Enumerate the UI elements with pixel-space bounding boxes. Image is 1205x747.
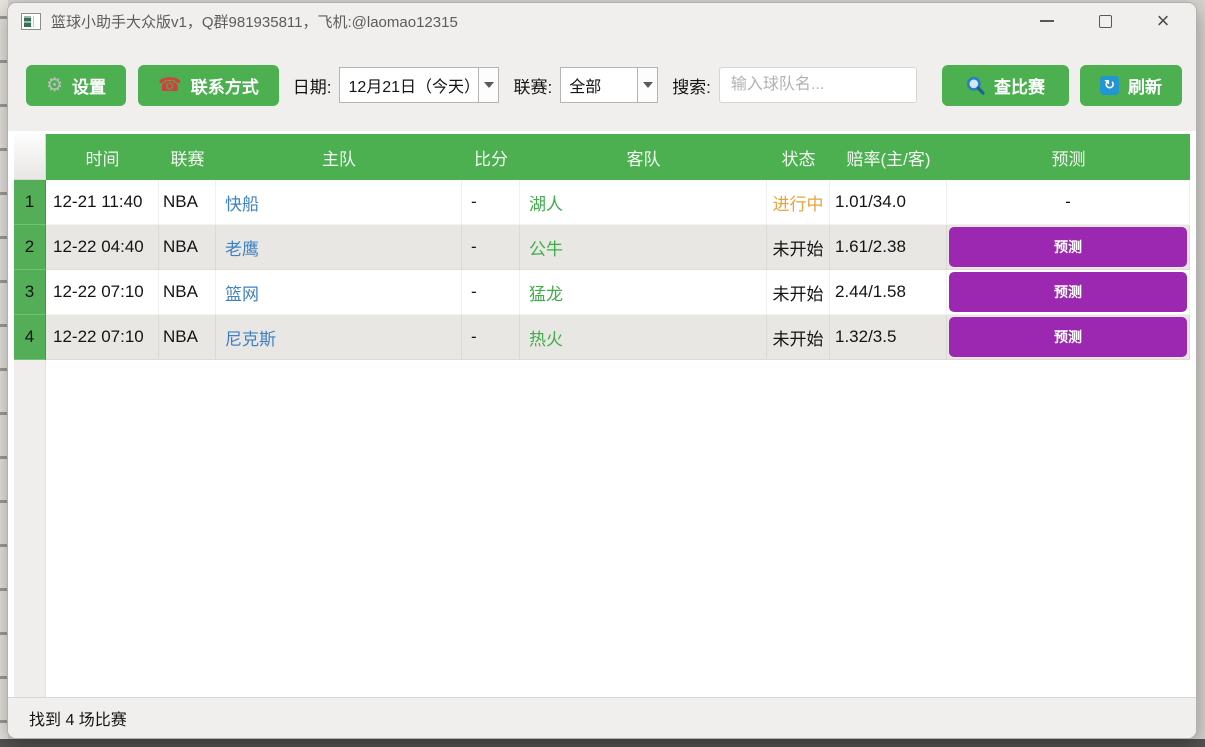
cell-prediction: - -	[947, 180, 1190, 225]
maximize-icon	[1098, 14, 1112, 28]
refresh-button[interactable]: ↻ 刷新	[1080, 64, 1182, 106]
table-row[interactable]: 2 12-22 04:40 NBA 老鹰 - 公牛 未开始 1.61/2.38 …	[14, 225, 1190, 270]
desktop-background-bottom	[0, 739, 1205, 747]
titlebar: 篮球小助手大众版v1，Q群981935811，飞机:@laomao12315 ×	[8, 3, 1196, 39]
cell-status: 未开始	[767, 225, 830, 270]
table-row[interactable]: 4 12-22 07:10 NBA 尼克斯 - 热火 未开始 1.32/3.5 …	[14, 315, 1190, 360]
window-title: 篮球小助手大众版v1，Q群981935811，飞机:@laomao12315	[51, 13, 458, 31]
league-select[interactable]: 全部	[560, 67, 659, 103]
minimize-icon	[1040, 20, 1054, 22]
row-number[interactable]: 2	[14, 225, 46, 270]
cell-prediction: 预测 预测	[947, 270, 1190, 315]
row-number[interactable]: 3	[14, 270, 46, 315]
cell-time: 12-22 04:40	[46, 225, 159, 270]
cell-league: NBA	[159, 270, 216, 315]
toolbar: ⚙ 设置 ☎ 联系方式 日期: 12月21日（今天） 联赛: 全部 搜索: 查比…	[8, 39, 1196, 131]
search-label: 搜索:	[672, 77, 711, 97]
header-home-team: 主队	[216, 134, 462, 180]
table-row[interactable]: 3 12-22 07:10 NBA 篮网 - 猛龙 未开始 2.44/1.58 …	[14, 270, 1190, 315]
gear-icon: ⚙	[46, 74, 64, 96]
close-button[interactable]: ×	[1134, 5, 1192, 37]
cell-home-team: 快船	[216, 180, 462, 225]
cell-odds: 1.01/34.0	[830, 180, 947, 225]
cell-away-team: 湖人	[520, 180, 767, 225]
cell-odds: 2.44/1.58	[830, 270, 947, 315]
header-away-team: 客队	[520, 134, 767, 180]
cell-score: -	[462, 270, 520, 315]
prediction-empty: -	[1065, 192, 1071, 211]
predict-button[interactable]: 预测	[949, 317, 1187, 357]
header-league: 联赛	[159, 134, 216, 180]
refresh-label: 刷新	[1128, 77, 1162, 97]
cell-away-team: 公牛	[520, 225, 767, 270]
settings-label: 设置	[72, 77, 107, 97]
maximize-button[interactable]	[1076, 5, 1134, 37]
matches-table-area: 时间 联赛 主队 比分 客队 状态 赔率(主/客) 预测 1 12-21 11:…	[8, 131, 1196, 697]
cell-time: 12-22 07:10	[46, 270, 159, 315]
cell-home-team: 篮网	[216, 270, 462, 315]
row-number[interactable]: 1	[14, 180, 46, 225]
search-input[interactable]	[718, 67, 917, 103]
table-empty-area	[14, 360, 1190, 697]
window-controls: ×	[1018, 5, 1192, 37]
chevron-down-icon	[637, 68, 658, 102]
cell-away-team: 热火	[520, 315, 767, 360]
cell-odds: 1.61/2.38	[830, 225, 947, 270]
predict-button[interactable]: 预测	[949, 272, 1187, 312]
cell-score: -	[462, 180, 520, 225]
settings-button[interactable]: ⚙ 设置	[26, 64, 127, 106]
contact-button[interactable]: ☎ 联系方式	[138, 64, 279, 106]
table-row[interactable]: 1 12-21 11:40 NBA 快船 - 湖人 进行中 1.01/34.0 …	[14, 180, 1190, 225]
header-status: 状态	[767, 134, 830, 180]
cell-league: NBA	[159, 225, 216, 270]
cell-time: 12-22 07:10	[46, 315, 159, 360]
close-icon: ×	[1156, 8, 1170, 33]
cell-time: 12-21 11:40	[46, 180, 159, 225]
cell-prediction: 预测 预测	[947, 315, 1190, 360]
cell-odds: 1.32/3.5	[830, 315, 947, 360]
find-match-label: 查比赛	[994, 77, 1045, 97]
table-corner-cell	[14, 134, 46, 180]
cell-away-team: 猛龙	[520, 270, 767, 315]
league-label: 联赛:	[513, 77, 553, 97]
date-select[interactable]: 12月21日（今天）	[339, 67, 500, 103]
contact-label: 联系方式	[190, 77, 259, 97]
refresh-icon: ↻	[1100, 75, 1119, 95]
cell-status: 进行中	[767, 180, 830, 225]
cell-home-team: 老鹰	[216, 225, 462, 270]
header-time: 时间	[46, 134, 159, 180]
cell-league: NBA	[159, 315, 216, 360]
league-value: 全部	[569, 79, 602, 96]
search-icon	[966, 76, 985, 95]
row-number[interactable]: 4	[14, 315, 46, 360]
cell-league: NBA	[159, 180, 216, 225]
table-body: 1 12-21 11:40 NBA 快船 - 湖人 进行中 1.01/34.0 …	[14, 180, 1190, 360]
cell-score: -	[462, 225, 520, 270]
header-odds: 赔率(主/客)	[830, 134, 947, 180]
cell-status: 未开始	[767, 315, 830, 360]
minimize-button[interactable]	[1018, 5, 1076, 37]
cell-score: -	[462, 315, 520, 360]
cell-home-team: 尼克斯	[216, 315, 462, 360]
row-number-gutter	[14, 360, 46, 697]
cell-prediction: 预测 预测	[947, 225, 1190, 270]
table-header: 时间 联赛 主队 比分 客队 状态 赔率(主/客) 预测	[14, 134, 1190, 180]
app-window: 篮球小助手大众版v1，Q群981935811，飞机:@laomao12315 ×…	[7, 2, 1197, 739]
status-bar: 找到 4 场比赛	[8, 697, 1196, 738]
chevron-down-icon	[478, 68, 499, 102]
phone-icon: ☎	[158, 74, 182, 96]
predict-button[interactable]: 预测	[949, 227, 1187, 267]
date-label: 日期:	[292, 77, 332, 97]
header-prediction: 预测	[947, 134, 1190, 180]
status-text: 找到 4 场比赛	[29, 712, 127, 729]
app-icon	[21, 12, 41, 30]
date-value: 12月21日（今天）	[348, 79, 479, 96]
find-match-button[interactable]: 查比赛	[942, 64, 1069, 106]
cell-status: 未开始	[767, 270, 830, 315]
header-score: 比分	[462, 134, 520, 180]
